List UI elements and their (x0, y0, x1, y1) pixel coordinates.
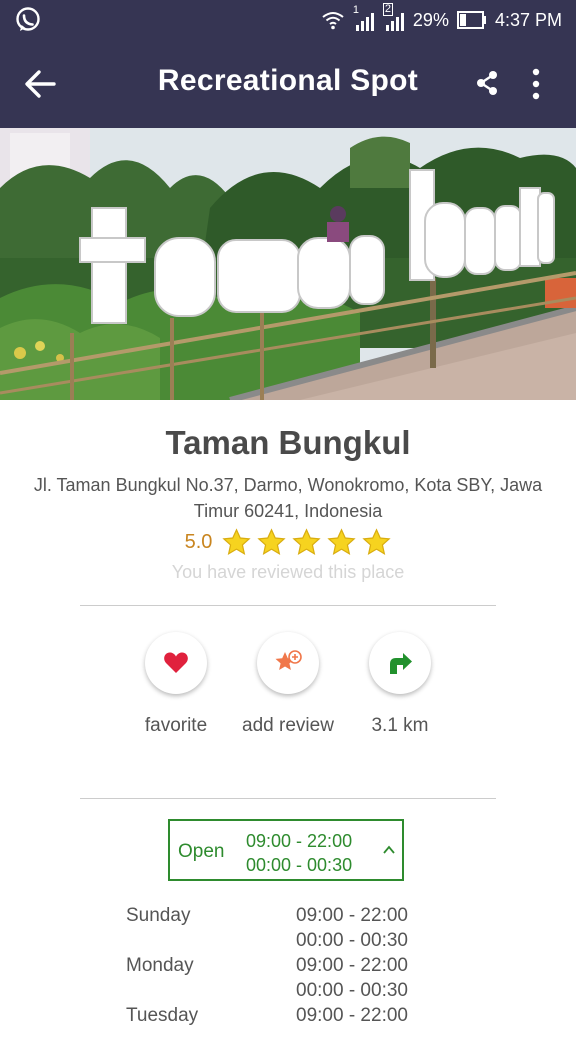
star-icon (257, 527, 287, 555)
hours-time: 09:00 - 22:00 (296, 905, 408, 926)
add-review-button[interactable] (257, 632, 319, 694)
star-icon (222, 527, 252, 555)
place-address: Jl. Taman Bungkul No.37, Darmo, Wonokrom… (33, 475, 543, 521)
place-name: Taman Bungkul (165, 424, 411, 461)
whatsapp-icon (16, 7, 40, 31)
heart-icon (164, 652, 188, 673)
clock: 4:37 PM (494, 9, 562, 30)
hours-row: Tuesday 09:00 - 22:00 (126, 1003, 446, 1053)
battery-icon (456, 11, 486, 29)
place-photo-illustration (0, 128, 576, 400)
hours-time: 00:00 - 00:30 (296, 930, 408, 951)
sim1-label: 1 (352, 4, 360, 16)
chevron-up-icon (383, 845, 395, 854)
hours-time: 00:00 - 00:30 (296, 980, 408, 1001)
divider (80, 798, 496, 799)
hours-row: Monday 09:00 - 22:00 00:00 - 00:30 (126, 953, 446, 1003)
more-vert-icon[interactable] (522, 66, 550, 102)
weekly-hours: Sunday 09:00 - 22:00 00:00 - 00:30 Monda… (126, 903, 446, 1053)
star-icon (327, 527, 357, 555)
hours-time: 09:00 - 22:00 (296, 955, 408, 976)
directions-icon (390, 653, 412, 674)
directions-button[interactable] (369, 632, 431, 694)
signal-sim1: 1 (353, 4, 375, 31)
hours-day: Monday (126, 955, 194, 976)
status-bar: 1 2 29% 4:37 PM (0, 0, 576, 40)
sim2-label: 2 (382, 3, 394, 16)
open-times: 09:00 - 22:00 00:00 - 00:30 (246, 829, 352, 877)
open-time-1: 09:00 - 22:00 (246, 831, 353, 851)
place-photo (0, 128, 576, 400)
rating-value: 5.0 (184, 530, 213, 553)
divider (80, 605, 496, 606)
favorite-button[interactable] (145, 632, 207, 694)
hours-row: Sunday 09:00 - 22:00 00:00 - 00:30 (126, 903, 446, 953)
battery-percent: 29% (412, 9, 449, 30)
open-status: Open (178, 841, 225, 862)
rating: 5.0 (0, 526, 576, 558)
reviewed-note: You have reviewed this place (171, 562, 405, 582)
star-plus-icon (275, 650, 302, 670)
star-icon (362, 527, 392, 555)
signal-sim2: 2 (382, 3, 405, 31)
share-icon[interactable] (472, 68, 502, 98)
app-bar: Recreational Spot (0, 40, 576, 128)
hours-day: Sunday (126, 905, 191, 926)
wifi-icon (322, 12, 344, 30)
open-time-2: 00:00 - 00:30 (246, 855, 353, 875)
star-icon (292, 527, 322, 555)
distance-label: 3.1 km (371, 715, 429, 736)
opening-hours-toggle[interactable]: Open 09:00 - 22:00 00:00 - 00:30 (168, 819, 404, 881)
